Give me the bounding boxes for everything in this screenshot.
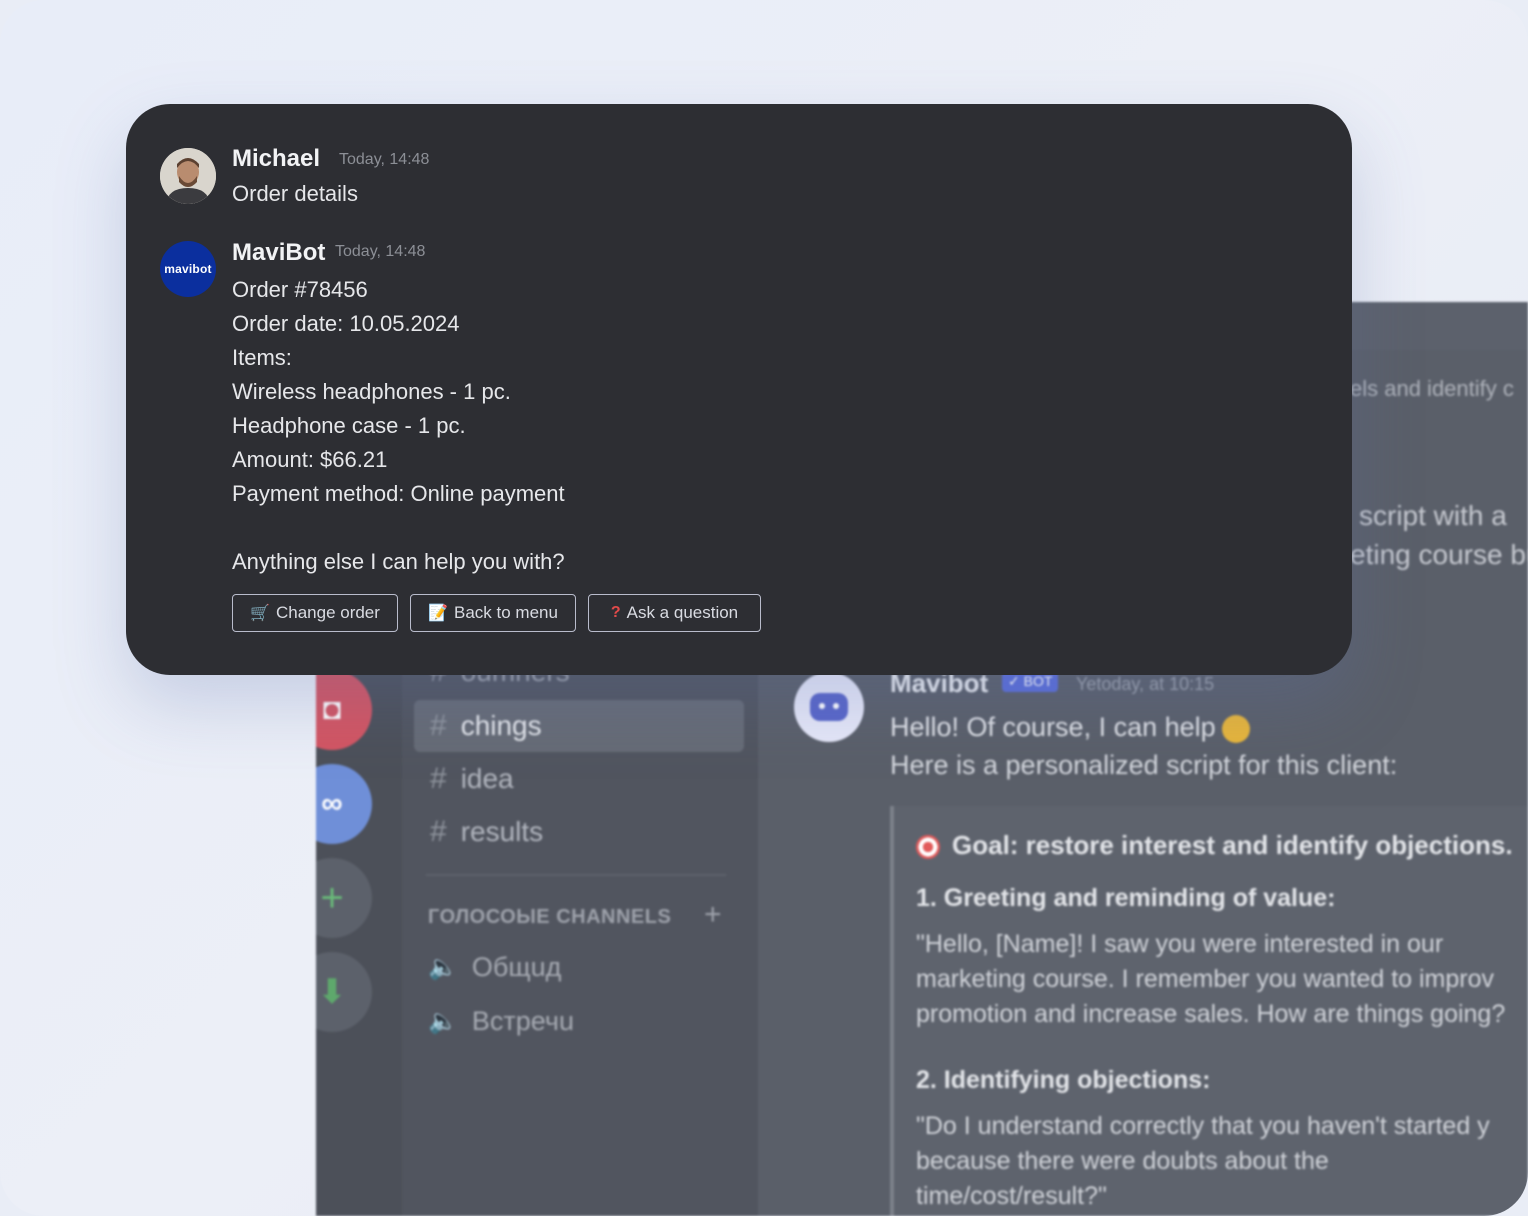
message-timestamp: Today, 14:48 <box>339 151 430 168</box>
divider <box>426 874 726 876</box>
shopping-cart-icon: 🛒 <box>250 605 270 622</box>
embed-goal-text: Goal: restore interest and identify obje… <box>952 830 1513 860</box>
embed-text: time/cost/result?" <box>916 1182 1107 1210</box>
robot-icon <box>810 693 848 721</box>
embed-heading: 1. Greeting and reminding of value: <box>916 884 1336 912</box>
message-text: Wireless headphones - 1 pc. <box>232 379 511 404</box>
message-text: Anything else I can help you with? <box>232 549 565 574</box>
embed-text: because there were doubts about the <box>916 1147 1329 1175</box>
channel-label: results <box>460 816 544 847</box>
user-avatar[interactable] <box>160 148 216 204</box>
message-author[interactable]: Michael <box>232 145 320 173</box>
voice-channel-item[interactable]: 🔈 Встречu <box>428 1006 574 1037</box>
message-text: Order #78456 <box>232 277 368 302</box>
question-mark-icon: ? <box>610 604 621 621</box>
page-background: ◘ ∞ + ⬇ #oumners #chings #idea #results … <box>0 0 1528 1216</box>
bot-badge: ✓ BOT <box>1002 672 1059 692</box>
channel-item-idea[interactable]: # idea <box>414 753 744 805</box>
target-icon <box>916 835 940 860</box>
memo-icon: 📝 <box>428 605 448 622</box>
voice-channels-header: ГОЛОСОЫЕ CHANNELS <box>428 906 672 928</box>
message-text: Order details <box>232 181 358 206</box>
message-text: Headphone case - 1 pc. <box>232 413 466 438</box>
message-timestamp: Yetoday, at 10:15 <box>1076 674 1215 694</box>
message-text: Amount: $66.21 <box>232 447 388 472</box>
message-text: Order date: 10.05.2024 <box>232 311 460 336</box>
add-channel-icon[interactable]: + <box>704 898 722 932</box>
embed-goal: Goal: restore interest and identify obje… <box>916 830 1513 861</box>
voice-channel-label: Встречu <box>471 1006 574 1036</box>
back-to-menu-button[interactable]: 📝 Back to menu <box>410 594 576 632</box>
embed-text: "Do I understand correctly that you have… <box>916 1112 1490 1140</box>
embed-heading: 2. Identifying objections: <box>916 1066 1211 1094</box>
message-text-line: Hello! Of course, I can help <box>890 712 1216 742</box>
chat-fragment-text: script with a <box>1359 500 1507 531</box>
voice-channel-label: Общuд <box>471 952 562 982</box>
button-label: Change order <box>275 603 380 622</box>
embed-text: "Hello, [Name]! I saw you were intereste… <box>916 930 1444 958</box>
bot-avatar[interactable] <box>794 672 864 742</box>
person-icon <box>160 148 216 204</box>
speaker-icon: 🔈 <box>428 954 458 981</box>
embed-text: marketing course. I remember you wanted … <box>916 965 1495 993</box>
change-order-button[interactable]: 🛒 Change order <box>232 594 398 632</box>
hash-icon: # <box>430 709 447 742</box>
message-text: Items: <box>232 345 292 370</box>
message-text: Hello! Of course, I can help <box>890 712 1250 743</box>
bot-avatar[interactable]: mavibot <box>160 241 216 297</box>
hash-icon: # <box>430 815 447 848</box>
button-label: Ask a question <box>626 603 739 622</box>
channel-label: chings <box>460 710 542 741</box>
message-author[interactable]: MaviBot <box>232 239 325 267</box>
chat-card: Michael Today, 14:48 Order details mavib… <box>126 104 1352 675</box>
channel-item-results[interactable]: # results <box>414 806 744 858</box>
embed-text: promotion and increase sales. How are th… <box>916 1000 1506 1028</box>
mavibot-logo: mavibot <box>164 262 212 276</box>
chat-fragment-text: els and identify c <box>1350 376 1514 401</box>
message-text: Here is a personalized script for this c… <box>890 750 1398 780</box>
script-embed: Goal: restore interest and identify obje… <box>890 806 1528 1216</box>
winking-face-icon <box>1221 714 1250 743</box>
message-timestamp: Today, 14:48 <box>335 243 426 260</box>
chat-fragment-text: eting course bu <box>1350 539 1528 570</box>
voice-channel-item[interactable]: 🔈 Общuд <box>428 952 561 983</box>
hash-icon: # <box>430 762 447 795</box>
speaker-icon: 🔈 <box>428 1008 458 1035</box>
channel-item-chings[interactable]: # chings <box>414 700 744 752</box>
ask-question-button[interactable]: ? Ask a question <box>588 594 761 632</box>
channel-label: idea <box>460 763 514 794</box>
message-text: Payment method: Online payment <box>232 481 565 506</box>
button-label: Back to menu <box>453 603 558 622</box>
